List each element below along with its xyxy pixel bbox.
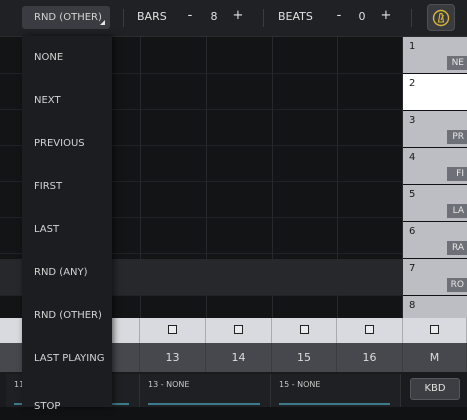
- scene-slot-panel: 1 NE 2 3 PR 4 FI 5 LA 6 RA 7 RO 8: [403, 37, 467, 318]
- column-checkbox[interactable]: [430, 325, 439, 334]
- checkbox-cell: [140, 318, 206, 343]
- slot-tag: RO: [447, 278, 467, 292]
- column-line: [337, 37, 338, 318]
- checkbox-cell: [206, 318, 272, 343]
- slot-tag: RA: [447, 241, 467, 255]
- metronome-button[interactable]: [427, 4, 455, 31]
- track-label: 15 - NONE: [279, 380, 321, 389]
- dropdown-option-last[interactable]: LAST: [22, 208, 112, 251]
- divider: [411, 9, 412, 27]
- random-mode-select[interactable]: RND (OTHER): [22, 6, 110, 29]
- slot-tag: PR: [447, 130, 467, 144]
- divider: [263, 9, 264, 27]
- column-line: [140, 37, 141, 318]
- column-line: [206, 37, 207, 318]
- slot-number: 2: [409, 78, 416, 89]
- dropdown-option-previous[interactable]: PREVIOUS: [22, 122, 112, 165]
- slot-tag: FI: [447, 167, 467, 181]
- master-column[interactable]: M: [403, 343, 467, 372]
- track-panel[interactable]: 15 - NONE: [271, 374, 401, 407]
- random-mode-label: RND (OTHER): [34, 12, 102, 23]
- column-checkbox[interactable]: [300, 325, 309, 334]
- dropdown-option-last-playing[interactable]: LAST PLAYING: [22, 337, 112, 380]
- bars-value: 8: [210, 10, 218, 23]
- column-checkbox[interactable]: [168, 325, 177, 334]
- column-number[interactable]: 16: [337, 343, 403, 372]
- slot-number: 8: [409, 300, 416, 311]
- dropdown-option-rnd-any[interactable]: RND (ANY): [22, 251, 112, 294]
- bars-label: BARS: [137, 10, 167, 23]
- scene-slot[interactable]: 8: [403, 296, 467, 318]
- track-label: 13 - NONE: [148, 380, 190, 389]
- keyboard-button[interactable]: KBD: [410, 378, 460, 400]
- track-level-bar: [279, 403, 390, 405]
- column-number[interactable]: 13: [140, 343, 206, 372]
- column-checkbox[interactable]: [365, 325, 374, 334]
- dropdown-option-rnd-other[interactable]: RND (OTHER): [22, 294, 112, 337]
- slot-tag: NE: [447, 56, 467, 70]
- column-checkbox[interactable]: [234, 325, 243, 334]
- slot-tag: LA: [447, 204, 467, 218]
- scene-slot[interactable]: 1 NE: [403, 37, 467, 73]
- bars-plus-button[interactable]: +: [231, 8, 245, 23]
- beats-label: BEATS: [278, 10, 313, 23]
- column-number[interactable]: 15: [272, 343, 337, 372]
- column-number[interactable]: 14: [206, 343, 272, 372]
- track-panel[interactable]: 13 - NONE: [140, 374, 271, 407]
- slot-number: 7: [409, 263, 416, 274]
- column-line: [272, 37, 273, 318]
- top-toolbar: RND (OTHER) BARS - 8 + BEATS - 0 +: [0, 0, 467, 37]
- track-level-bar: [148, 403, 260, 405]
- scene-slot[interactable]: 3 PR: [403, 111, 467, 147]
- dropdown-option-first[interactable]: FIRST: [22, 165, 112, 208]
- beats-minus-button[interactable]: -: [332, 8, 346, 23]
- scene-slot[interactable]: 5 LA: [403, 185, 467, 221]
- dropdown-option-stop[interactable]: STOP: [22, 380, 124, 412]
- bars-minus-button[interactable]: -: [183, 8, 197, 23]
- dropdown-option-none[interactable]: NONE: [22, 36, 112, 79]
- scene-slot[interactable]: 6 RA: [403, 222, 467, 258]
- beats-plus-button[interactable]: +: [379, 8, 393, 23]
- slot-number: 5: [409, 189, 416, 200]
- slot-number: 3: [409, 115, 416, 126]
- scene-slot[interactable]: 2: [403, 74, 467, 110]
- checkbox-cell: [337, 318, 403, 343]
- slot-number: 4: [409, 152, 416, 163]
- beats-value: 0: [358, 10, 366, 23]
- metronome-icon: [432, 9, 450, 27]
- divider: [123, 9, 124, 27]
- slot-number: 6: [409, 226, 416, 237]
- checkbox-cell: [272, 318, 337, 343]
- scene-slot[interactable]: 7 RO: [403, 259, 467, 295]
- checkbox-cell: [403, 318, 467, 343]
- slot-number: 1: [409, 41, 416, 52]
- dropdown-option-next[interactable]: NEXT: [22, 79, 112, 122]
- dropdown-corner-icon: [100, 20, 105, 25]
- scene-slot[interactable]: 4 FI: [403, 148, 467, 184]
- random-mode-dropdown: NONE NEXT PREVIOUS FIRST LAST RND (ANY) …: [22, 36, 112, 412]
